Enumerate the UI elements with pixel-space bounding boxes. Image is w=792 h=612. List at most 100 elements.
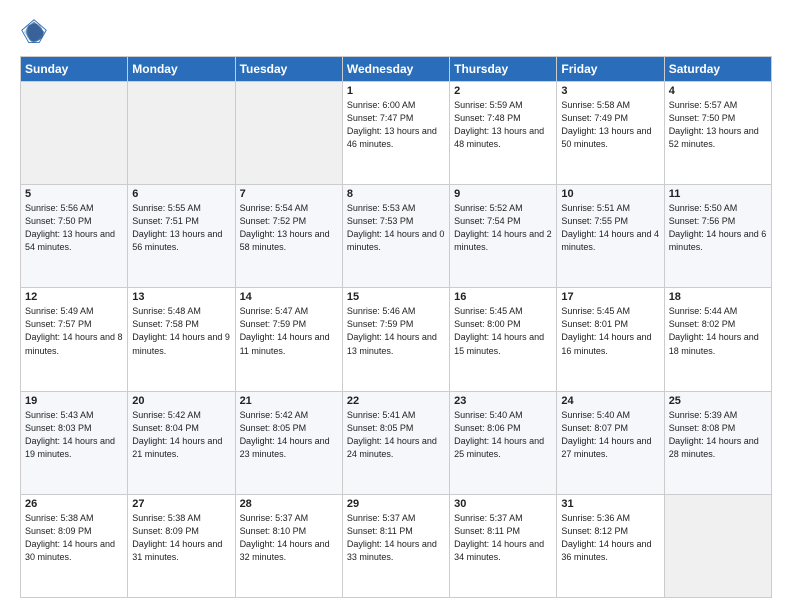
weekday-header-sunday: Sunday xyxy=(21,57,128,82)
calendar-cell: 24 Sunrise: 5:40 AMSunset: 8:07 PMDaylig… xyxy=(557,391,664,494)
day-number: 31 xyxy=(561,498,659,510)
calendar-cell: 28 Sunrise: 5:37 AMSunset: 8:10 PMDaylig… xyxy=(235,494,342,597)
day-info: Sunrise: 6:00 AMSunset: 7:47 PMDaylight:… xyxy=(347,99,445,151)
calendar-cell: 17 Sunrise: 5:45 AMSunset: 8:01 PMDaylig… xyxy=(557,288,664,391)
calendar-cell: 11 Sunrise: 5:50 AMSunset: 7:56 PMDaylig… xyxy=(664,185,771,288)
day-info: Sunrise: 5:41 AMSunset: 8:05 PMDaylight:… xyxy=(347,409,445,461)
day-info: Sunrise: 5:37 AMSunset: 8:11 PMDaylight:… xyxy=(454,512,552,564)
day-number: 14 xyxy=(240,291,338,303)
day-info: Sunrise: 5:59 AMSunset: 7:48 PMDaylight:… xyxy=(454,99,552,151)
calendar-cell: 26 Sunrise: 5:38 AMSunset: 8:09 PMDaylig… xyxy=(21,494,128,597)
day-info: Sunrise: 5:49 AMSunset: 7:57 PMDaylight:… xyxy=(25,305,123,357)
day-number: 21 xyxy=(240,395,338,407)
day-info: Sunrise: 5:53 AMSunset: 7:53 PMDaylight:… xyxy=(347,202,445,254)
weekday-header-thursday: Thursday xyxy=(450,57,557,82)
day-number: 18 xyxy=(669,291,767,303)
calendar-cell: 23 Sunrise: 5:40 AMSunset: 8:06 PMDaylig… xyxy=(450,391,557,494)
calendar-week-1: 1 Sunrise: 6:00 AMSunset: 7:47 PMDayligh… xyxy=(21,82,772,185)
day-info: Sunrise: 5:45 AMSunset: 8:01 PMDaylight:… xyxy=(561,305,659,357)
calendar-week-4: 19 Sunrise: 5:43 AMSunset: 8:03 PMDaylig… xyxy=(21,391,772,494)
calendar-cell: 12 Sunrise: 5:49 AMSunset: 7:57 PMDaylig… xyxy=(21,288,128,391)
day-info: Sunrise: 5:46 AMSunset: 7:59 PMDaylight:… xyxy=(347,305,445,357)
day-info: Sunrise: 5:56 AMSunset: 7:50 PMDaylight:… xyxy=(25,202,123,254)
calendar-cell: 20 Sunrise: 5:42 AMSunset: 8:04 PMDaylig… xyxy=(128,391,235,494)
day-info: Sunrise: 5:37 AMSunset: 8:10 PMDaylight:… xyxy=(240,512,338,564)
day-info: Sunrise: 5:57 AMSunset: 7:50 PMDaylight:… xyxy=(669,99,767,151)
header xyxy=(20,18,772,46)
day-number: 22 xyxy=(347,395,445,407)
day-number: 20 xyxy=(132,395,230,407)
day-number: 2 xyxy=(454,85,552,97)
logo xyxy=(20,18,52,46)
weekday-header-row: SundayMondayTuesdayWednesdayThursdayFrid… xyxy=(21,57,772,82)
calendar-cell: 4 Sunrise: 5:57 AMSunset: 7:50 PMDayligh… xyxy=(664,82,771,185)
day-number: 5 xyxy=(25,188,123,200)
calendar-cell: 8 Sunrise: 5:53 AMSunset: 7:53 PMDayligh… xyxy=(342,185,449,288)
calendar-cell: 25 Sunrise: 5:39 AMSunset: 8:08 PMDaylig… xyxy=(664,391,771,494)
day-number: 6 xyxy=(132,188,230,200)
calendar-week-5: 26 Sunrise: 5:38 AMSunset: 8:09 PMDaylig… xyxy=(21,494,772,597)
weekday-header-monday: Monday xyxy=(128,57,235,82)
day-number: 8 xyxy=(347,188,445,200)
calendar-cell: 13 Sunrise: 5:48 AMSunset: 7:58 PMDaylig… xyxy=(128,288,235,391)
calendar-cell: 15 Sunrise: 5:46 AMSunset: 7:59 PMDaylig… xyxy=(342,288,449,391)
day-info: Sunrise: 5:48 AMSunset: 7:58 PMDaylight:… xyxy=(132,305,230,357)
day-info: Sunrise: 5:40 AMSunset: 8:06 PMDaylight:… xyxy=(454,409,552,461)
calendar-cell: 2 Sunrise: 5:59 AMSunset: 7:48 PMDayligh… xyxy=(450,82,557,185)
calendar-cell: 7 Sunrise: 5:54 AMSunset: 7:52 PMDayligh… xyxy=(235,185,342,288)
weekday-header-tuesday: Tuesday xyxy=(235,57,342,82)
weekday-header-saturday: Saturday xyxy=(664,57,771,82)
day-info: Sunrise: 5:54 AMSunset: 7:52 PMDaylight:… xyxy=(240,202,338,254)
day-number: 16 xyxy=(454,291,552,303)
calendar-table: SundayMondayTuesdayWednesdayThursdayFrid… xyxy=(20,56,772,598)
day-info: Sunrise: 5:38 AMSunset: 8:09 PMDaylight:… xyxy=(132,512,230,564)
day-number: 13 xyxy=(132,291,230,303)
day-number: 15 xyxy=(347,291,445,303)
calendar-cell: 27 Sunrise: 5:38 AMSunset: 8:09 PMDaylig… xyxy=(128,494,235,597)
day-number: 30 xyxy=(454,498,552,510)
day-info: Sunrise: 5:39 AMSunset: 8:08 PMDaylight:… xyxy=(669,409,767,461)
day-number: 7 xyxy=(240,188,338,200)
day-number: 19 xyxy=(25,395,123,407)
calendar-cell: 31 Sunrise: 5:36 AMSunset: 8:12 PMDaylig… xyxy=(557,494,664,597)
day-info: Sunrise: 5:40 AMSunset: 8:07 PMDaylight:… xyxy=(561,409,659,461)
day-info: Sunrise: 5:45 AMSunset: 8:00 PMDaylight:… xyxy=(454,305,552,357)
day-number: 25 xyxy=(669,395,767,407)
day-number: 27 xyxy=(132,498,230,510)
calendar-week-2: 5 Sunrise: 5:56 AMSunset: 7:50 PMDayligh… xyxy=(21,185,772,288)
calendar-cell: 29 Sunrise: 5:37 AMSunset: 8:11 PMDaylig… xyxy=(342,494,449,597)
calendar-body: 1 Sunrise: 6:00 AMSunset: 7:47 PMDayligh… xyxy=(21,82,772,598)
day-info: Sunrise: 5:37 AMSunset: 8:11 PMDaylight:… xyxy=(347,512,445,564)
calendar-cell: 21 Sunrise: 5:42 AMSunset: 8:05 PMDaylig… xyxy=(235,391,342,494)
day-number: 29 xyxy=(347,498,445,510)
day-info: Sunrise: 5:47 AMSunset: 7:59 PMDaylight:… xyxy=(240,305,338,357)
day-number: 23 xyxy=(454,395,552,407)
day-info: Sunrise: 5:52 AMSunset: 7:54 PMDaylight:… xyxy=(454,202,552,254)
calendar-cell: 19 Sunrise: 5:43 AMSunset: 8:03 PMDaylig… xyxy=(21,391,128,494)
day-number: 26 xyxy=(25,498,123,510)
calendar-cell: 5 Sunrise: 5:56 AMSunset: 7:50 PMDayligh… xyxy=(21,185,128,288)
day-number: 3 xyxy=(561,85,659,97)
calendar-cell: 3 Sunrise: 5:58 AMSunset: 7:49 PMDayligh… xyxy=(557,82,664,185)
calendar-cell: 9 Sunrise: 5:52 AMSunset: 7:54 PMDayligh… xyxy=(450,185,557,288)
calendar-cell: 22 Sunrise: 5:41 AMSunset: 8:05 PMDaylig… xyxy=(342,391,449,494)
calendar-cell: 10 Sunrise: 5:51 AMSunset: 7:55 PMDaylig… xyxy=(557,185,664,288)
day-number: 1 xyxy=(347,85,445,97)
day-info: Sunrise: 5:55 AMSunset: 7:51 PMDaylight:… xyxy=(132,202,230,254)
calendar-cell xyxy=(21,82,128,185)
calendar-cell xyxy=(235,82,342,185)
day-number: 9 xyxy=(454,188,552,200)
day-number: 17 xyxy=(561,291,659,303)
day-info: Sunrise: 5:42 AMSunset: 8:04 PMDaylight:… xyxy=(132,409,230,461)
weekday-header-wednesday: Wednesday xyxy=(342,57,449,82)
day-number: 24 xyxy=(561,395,659,407)
page: SundayMondayTuesdayWednesdayThursdayFrid… xyxy=(0,0,792,612)
calendar-week-3: 12 Sunrise: 5:49 AMSunset: 7:57 PMDaylig… xyxy=(21,288,772,391)
weekday-header-friday: Friday xyxy=(557,57,664,82)
calendar-cell xyxy=(664,494,771,597)
calendar-cell: 6 Sunrise: 5:55 AMSunset: 7:51 PMDayligh… xyxy=(128,185,235,288)
logo-icon xyxy=(20,18,48,46)
day-info: Sunrise: 5:51 AMSunset: 7:55 PMDaylight:… xyxy=(561,202,659,254)
day-number: 4 xyxy=(669,85,767,97)
day-info: Sunrise: 5:43 AMSunset: 8:03 PMDaylight:… xyxy=(25,409,123,461)
